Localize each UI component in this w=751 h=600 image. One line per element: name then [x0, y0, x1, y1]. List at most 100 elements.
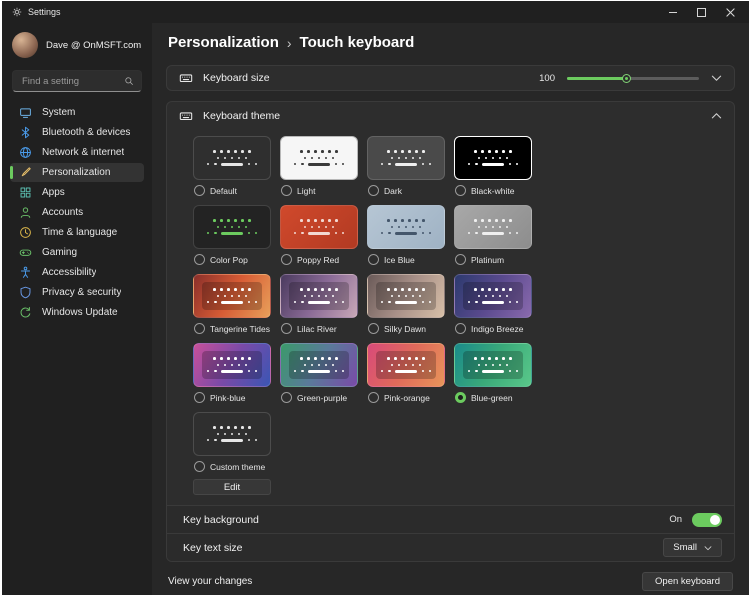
sidebar-item-windows-update[interactable]: Windows Update	[10, 303, 144, 322]
theme-radio[interactable]	[194, 254, 205, 265]
gear-icon	[12, 7, 22, 17]
theme-thumbnail[interactable]	[367, 274, 445, 318]
sidebar-item-system[interactable]: System	[10, 103, 144, 122]
theme-option-tangerine-tides[interactable]: Tangerine Tides	[193, 274, 271, 334]
user-account[interactable]: Dave @ OnMSFT.com	[10, 27, 144, 63]
theme-label: Poppy Red	[297, 255, 339, 265]
key-text-size-dropdown[interactable]: Small	[663, 538, 722, 557]
sidebar-item-gaming[interactable]: Gaming	[10, 243, 144, 262]
sidebar-item-label: Bluetooth & devices	[42, 127, 130, 138]
theme-radio[interactable]	[368, 323, 379, 334]
keyboard-theme-card: Keyboard theme Default LightDarkBlack-whi…	[166, 101, 735, 562]
close-button[interactable]	[726, 8, 735, 17]
sidebar-item-time-language[interactable]: Time & language	[10, 223, 144, 242]
keyboard-size-card[interactable]: Keyboard size 100	[166, 65, 735, 91]
sidebar-item-privacy-security[interactable]: Privacy & security	[10, 283, 144, 302]
theme-radio[interactable]	[455, 323, 466, 334]
theme-radio[interactable]	[368, 254, 379, 265]
sidebar-item-accessibility[interactable]: Accessibility	[10, 263, 144, 282]
theme-thumbnail[interactable]	[193, 136, 271, 180]
search-icon	[124, 76, 134, 86]
theme-option-pink-blue[interactable]: Pink-blue	[193, 343, 271, 403]
theme-thumbnail[interactable]	[193, 343, 271, 387]
maximize-button[interactable]	[697, 8, 706, 17]
selected-indicator	[10, 166, 13, 179]
theme-option-green-purple[interactable]: Green-purple	[280, 343, 358, 403]
theme-thumbnail[interactable]	[454, 136, 532, 180]
theme-radio[interactable]	[194, 323, 205, 334]
theme-thumbnail[interactable]	[367, 136, 445, 180]
keyboard-size-value: 100	[539, 73, 555, 84]
theme-radio[interactable]	[281, 392, 292, 403]
chevron-up-icon[interactable]	[711, 112, 722, 120]
breadcrumb-root[interactable]: Personalization	[168, 34, 279, 51]
sidebar-item-bluetooth-devices[interactable]: Bluetooth & devices	[10, 123, 144, 142]
theme-option-lilac-river[interactable]: Lilac River	[280, 274, 358, 334]
theme-option-color-pop[interactable]: Color Pop	[193, 205, 271, 265]
theme-label: Pink-orange	[384, 393, 430, 403]
theme-option-ice-blue[interactable]: Ice Blue	[367, 205, 445, 265]
keyboard-size-slider[interactable]	[567, 71, 699, 85]
theme-grid: Default LightDarkBlack-white Color Pop Popp…	[167, 130, 734, 474]
theme-radio[interactable]	[455, 254, 466, 265]
breadcrumb: Personalization › Touch keyboard	[168, 34, 733, 51]
theme-radio[interactable]	[281, 323, 292, 334]
theme-option-blue-green[interactable]: Blue-green	[454, 343, 532, 403]
theme-thumbnail[interactable]	[454, 274, 532, 318]
slider-thumb[interactable]	[622, 74, 631, 83]
theme-thumbnail[interactable]	[193, 412, 271, 456]
theme-radio[interactable]	[194, 461, 205, 472]
sidebar-item-accounts[interactable]: Accounts	[10, 203, 144, 222]
theme-radio[interactable]	[368, 185, 379, 196]
open-keyboard-button[interactable]: Open keyboard	[642, 572, 733, 591]
theme-thumbnail[interactable]	[367, 205, 445, 249]
theme-thumbnail[interactable]	[280, 274, 358, 318]
user-name: Dave @ OnMSFT.com	[46, 40, 141, 51]
theme-radio[interactable]	[194, 392, 205, 403]
theme-option-dark[interactable]: Dark	[367, 136, 445, 196]
bluetooth-icon	[19, 126, 32, 139]
theme-option-silky-dawn[interactable]: Silky Dawn	[367, 274, 445, 334]
theme-option-poppy-red[interactable]: Poppy Red	[280, 205, 358, 265]
titlebar: Settings	[2, 1, 749, 23]
key-background-toggle[interactable]	[692, 513, 722, 527]
theme-label: Custom theme	[210, 462, 265, 472]
theme-radio[interactable]	[368, 392, 379, 403]
theme-thumbnail[interactable]	[454, 205, 532, 249]
theme-thumbnail[interactable]	[193, 274, 271, 318]
theme-thumbnail[interactable]	[280, 205, 358, 249]
search-input[interactable]	[20, 75, 124, 88]
theme-label: Default	[210, 186, 237, 196]
sidebar-item-apps[interactable]: Apps	[10, 183, 144, 202]
sidebar-item-label: Privacy & security	[42, 287, 121, 298]
theme-label: Platinum	[471, 255, 504, 265]
keyboard-theme-header[interactable]: Keyboard theme	[167, 102, 734, 130]
theme-option-platinum[interactable]: Platinum	[454, 205, 532, 265]
theme-radio[interactable]	[281, 254, 292, 265]
minimize-button[interactable]	[669, 12, 677, 13]
edit-theme-button[interactable]: Edit	[193, 479, 271, 495]
theme-option-black-white[interactable]: Black-white	[454, 136, 532, 196]
sidebar-item-personalization[interactable]: Personalization	[10, 163, 144, 182]
sidebar-item-network-internet[interactable]: Network & internet	[10, 143, 144, 162]
theme-option-indigo-breeze[interactable]: Indigo Breeze	[454, 274, 532, 334]
sidebar-item-label: Accessibility	[42, 267, 96, 278]
theme-thumbnail[interactable]	[280, 343, 358, 387]
chevron-down-icon[interactable]	[711, 74, 722, 82]
theme-radio[interactable]	[281, 185, 292, 196]
theme-thumbnail[interactable]	[193, 205, 271, 249]
theme-option-light[interactable]: Light	[280, 136, 358, 196]
theme-thumbnail[interactable]	[280, 136, 358, 180]
sidebar-item-label: Windows Update	[42, 307, 118, 318]
theme-option-default[interactable]: Default	[193, 136, 271, 196]
theme-thumbnail[interactable]	[454, 343, 532, 387]
theme-thumbnail[interactable]	[367, 343, 445, 387]
theme-radio[interactable]	[194, 185, 205, 196]
theme-option-pink-orange[interactable]: Pink-orange	[367, 343, 445, 403]
theme-option-custom-theme[interactable]: Custom theme	[193, 412, 271, 472]
theme-radio[interactable]	[455, 392, 466, 403]
sidebar-item-label: Apps	[42, 187, 65, 198]
theme-radio[interactable]	[455, 185, 466, 196]
search-box[interactable]	[12, 70, 142, 92]
view-changes-label: View your changes	[168, 576, 252, 587]
